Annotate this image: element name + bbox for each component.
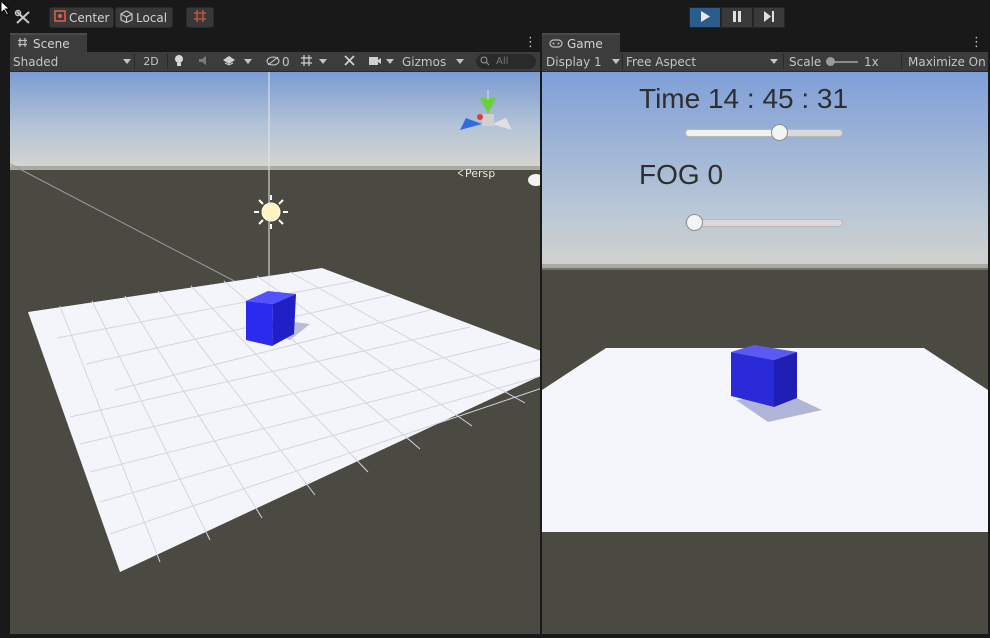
tools-icon	[343, 54, 356, 70]
pivot-center-icon	[54, 10, 66, 25]
chevron-down-icon	[386, 59, 394, 64]
scale-value-text: 1x	[864, 54, 879, 69]
local-cube-icon	[120, 9, 133, 26]
playmode-controls	[689, 7, 785, 28]
game-tab-row: Game ⋮	[542, 33, 988, 52]
eye-slash-icon	[266, 55, 280, 69]
camera-icon	[368, 55, 382, 69]
game-menu-icon[interactable]: ⋮	[970, 35, 983, 50]
fog-slider[interactable]	[685, 214, 843, 231]
aspect-value: Free Aspect	[626, 54, 697, 69]
pivot-center-label: Center	[69, 10, 110, 25]
lightbulb-icon	[174, 54, 184, 70]
scale-slider[interactable]	[826, 52, 860, 71]
time-label: Time 14 : 45 : 31	[639, 83, 849, 114]
maximize-label: Maximize On P	[908, 54, 988, 69]
speaker-icon	[198, 55, 210, 69]
mode-2d-toggle[interactable]: 2D	[140, 52, 162, 71]
tab-game[interactable]: Game	[542, 33, 620, 52]
scene-viewport[interactable]: Persp	[10, 72, 540, 634]
hidden-objects-toggle[interactable]: 0	[266, 52, 292, 71]
game-render	[542, 72, 988, 634]
display-value: Display 1	[546, 54, 602, 69]
lighting-toggle[interactable]	[174, 52, 190, 71]
maximize-on-play-toggle[interactable]: Maximize On P	[908, 52, 988, 71]
chevron-down-icon	[319, 59, 327, 64]
fog-slider-knob[interactable]	[686, 214, 703, 231]
scale-label: Scale	[789, 52, 821, 71]
grid-snap-button[interactable]	[186, 7, 214, 28]
scene-menu-icon[interactable]: ⋮	[524, 35, 537, 50]
game-viewport[interactable]: Time 14 : 45 : 31 FOG 0	[542, 72, 988, 634]
audio-toggle[interactable]	[198, 52, 214, 71]
time-slider-knob[interactable]	[771, 124, 788, 141]
grid-dropdown[interactable]	[300, 52, 336, 71]
scale-label-text: Scale	[789, 54, 822, 69]
camera-dropdown[interactable]	[368, 52, 398, 71]
fog-label: FOG 0	[639, 159, 724, 190]
shading-mode-dropdown[interactable]: Shaded	[13, 52, 131, 71]
scene-tab-label: Scene	[33, 36, 70, 51]
step-icon	[763, 10, 775, 25]
pivot-local-label: Local	[136, 10, 168, 25]
shading-mode-value: Shaded	[13, 54, 59, 69]
scale-slider-knob[interactable]	[826, 57, 835, 66]
search-placeholder: All	[496, 56, 509, 67]
chevron-down-icon	[770, 59, 778, 64]
effects-icon	[222, 54, 236, 69]
game-tab-label: Game	[567, 36, 603, 51]
time-slider[interactable]	[685, 124, 843, 141]
gamepad-icon	[549, 37, 563, 51]
chevron-down-icon	[123, 59, 131, 64]
persp-label: Persp	[465, 167, 495, 180]
grid-icon	[300, 54, 313, 70]
chevron-down-icon	[456, 59, 464, 64]
pivot-local-button[interactable]: Local	[115, 7, 173, 28]
gizmos-label: Gizmos	[402, 54, 447, 69]
step-button[interactable]	[753, 7, 785, 28]
scene-render: Persp	[10, 72, 540, 634]
tools-icon[interactable]	[14, 9, 32, 28]
hidden-count: 0	[282, 54, 290, 69]
tab-scene[interactable]: Scene	[10, 33, 87, 52]
grid-snap-icon	[193, 9, 207, 26]
aspect-dropdown[interactable]: Free Aspect	[626, 52, 778, 71]
time-slider-fill	[686, 130, 780, 136]
search-icon	[480, 55, 490, 69]
game-toolbar: Display 1 Free Aspect Scale 1x Maximize …	[542, 52, 988, 72]
scene-toolbar: Shaded 2D 0 Gizmos All	[10, 52, 540, 72]
play-button[interactable]	[689, 7, 721, 28]
pause-button[interactable]	[721, 7, 753, 28]
display-dropdown[interactable]: Display 1	[546, 52, 620, 71]
chevron-down-icon	[244, 59, 252, 64]
effects-dropdown[interactable]	[222, 52, 260, 71]
pause-icon	[732, 10, 742, 25]
scene-tab-row: Scene ⋮	[10, 33, 540, 52]
scene-hash-icon	[17, 37, 28, 51]
scale-value: 1x	[864, 52, 879, 71]
pivot-center-button[interactable]: Center	[49, 7, 114, 28]
gizmos-dropdown[interactable]: Gizmos	[402, 52, 468, 71]
play-icon	[700, 10, 710, 25]
main-toolbar: Center Local	[0, 0, 990, 33]
mouse-cursor-icon	[0, 0, 11, 19]
mode-2d-label: 2D	[143, 55, 159, 68]
chevron-down-icon	[612, 59, 620, 64]
scene-search-field[interactable]: All	[476, 54, 536, 69]
cube-object	[731, 345, 797, 407]
scene-tools-toggle[interactable]	[343, 52, 359, 71]
